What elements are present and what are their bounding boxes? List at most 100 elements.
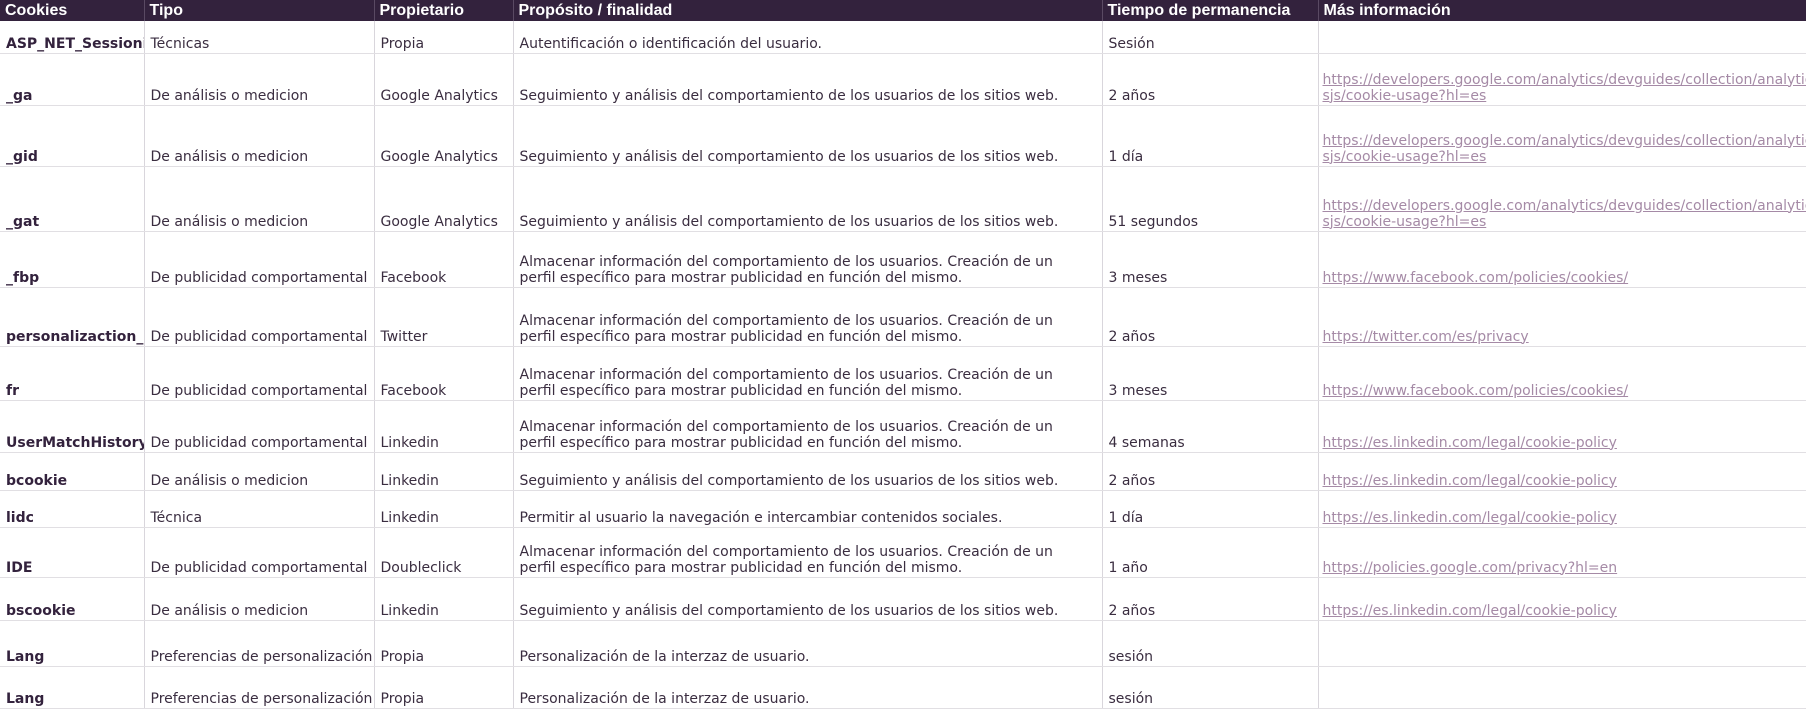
cookie-propietario: Doubleclick (374, 527, 514, 578)
header-proposito: Propósito / finalidad (513, 0, 1103, 21)
cookie-tiempo: 1 día (1102, 105, 1319, 167)
cookie-info: https://es.linkedin.com/legal/cookie-pol… (1318, 400, 1806, 453)
cookie-propietario: Linkedin (374, 400, 514, 453)
cookies-table: Cookies Tipo Propietario Propósito / fin… (0, 0, 1806, 709)
cookie-tiempo: 1 día (1102, 490, 1319, 528)
info-link[interactable]: https://policies.google.com/privacy?hl=e… (1323, 560, 1618, 576)
info-link[interactable]: https://developers.google.com/analytics/… (1323, 72, 1806, 104)
cookie-info: https://es.linkedin.com/legal/cookie-pol… (1318, 490, 1806, 528)
cookie-propietario: Propia (374, 666, 514, 709)
cookie-tipo: De publicidad comportamental (144, 527, 375, 578)
cookie-info (1318, 21, 1806, 54)
cookie-tiempo: 3 meses (1102, 346, 1319, 401)
header-tipo: Tipo (144, 0, 375, 21)
cookie-tipo: De análisis o medicion (144, 166, 375, 232)
info-link[interactable]: https://es.linkedin.com/legal/cookie-pol… (1323, 473, 1617, 489)
cookie-info (1318, 620, 1806, 667)
cookie-tipo: De análisis o medicion (144, 105, 375, 167)
cookie-name: Lang (0, 666, 145, 709)
cookie-propietario: Linkedin (374, 577, 514, 621)
cookie-tipo: De publicidad comportamental (144, 287, 375, 347)
cookie-tiempo: 2 años (1102, 577, 1319, 621)
info-link[interactable]: https://twitter.com/es/privacy (1323, 329, 1529, 345)
table-row: ASP_NET_Sessionid Técnicas Propia Autent… (0, 21, 1806, 54)
cookie-tiempo: 51 segundos (1102, 166, 1319, 232)
cookie-tipo: Técnica (144, 490, 375, 528)
cookie-propietario: Linkedin (374, 490, 514, 528)
table-row: fr De publicidad comportamental Facebook… (0, 346, 1806, 401)
cookie-propietario: Facebook (374, 231, 514, 288)
cookie-proposito: Almacenar información del comportamiento… (513, 527, 1103, 578)
header-mas-informacion: Más información (1318, 0, 1806, 21)
info-link[interactable]: https://developers.google.com/analytics/… (1323, 198, 1806, 230)
info-link[interactable]: https://es.linkedin.com/legal/cookie-pol… (1323, 603, 1617, 619)
cookie-name: ASP_NET_Sessionid (0, 21, 145, 54)
cookie-info: https://es.linkedin.com/legal/cookie-pol… (1318, 452, 1806, 491)
cookie-proposito: Seguimiento y análisis del comportamient… (513, 166, 1103, 232)
cookie-propietario: Facebook (374, 346, 514, 401)
cookie-propietario: Google Analytics (374, 105, 514, 167)
cookie-tipo: De análisis o medicion (144, 452, 375, 491)
cookie-proposito: Seguimiento y análisis del comportamient… (513, 452, 1103, 491)
cookie-info: https://developers.google.com/analytics/… (1318, 105, 1806, 167)
cookie-name: _gat (0, 166, 145, 232)
cookie-tipo: De publicidad comportamental (144, 400, 375, 453)
info-link[interactable]: https://www.facebook.com/policies/cookie… (1323, 270, 1629, 286)
cookie-name: Lang (0, 620, 145, 667)
table-row: _gid De análisis o medicion Google Analy… (0, 105, 1806, 167)
cookie-name: bscookie (0, 577, 145, 621)
cookie-propietario: Google Analytics (374, 53, 514, 106)
cookie-name: personalizaction_id (0, 287, 145, 347)
cookie-proposito: Seguimiento y análisis del comportamient… (513, 53, 1103, 106)
cookie-info: https://es.linkedin.com/legal/cookie-pol… (1318, 577, 1806, 621)
cookie-propietario: Linkedin (374, 452, 514, 491)
table-row: IDE De publicidad comportamental Doublec… (0, 527, 1806, 578)
cookie-tipo: De análisis o medicion (144, 53, 375, 106)
header-propietario: Propietario (374, 0, 514, 21)
cookie-tiempo: 1 año (1102, 527, 1319, 578)
table-row: bscookie De análisis o medicion Linkedin… (0, 577, 1806, 621)
info-link[interactable]: https://es.linkedin.com/legal/cookie-pol… (1323, 510, 1617, 526)
table-row: _gat De análisis o medicion Google Analy… (0, 166, 1806, 232)
cookie-info: https://developers.google.com/analytics/… (1318, 166, 1806, 232)
info-link[interactable]: https://www.facebook.com/policies/cookie… (1323, 383, 1629, 399)
cookie-tipo: De publicidad comportamental (144, 346, 375, 401)
cookie-propietario: Propia (374, 620, 514, 667)
cookie-name: UserMatchHistory (0, 400, 145, 453)
table-row: Lang Preferencias de personalización Pro… (0, 620, 1806, 667)
cookie-tipo: Preferencias de personalización (144, 666, 375, 709)
cookie-name: lidc (0, 490, 145, 528)
cookie-tipo: De análisis o medicion (144, 577, 375, 621)
table-body: ASP_NET_Sessionid Técnicas Propia Autent… (0, 21, 1806, 709)
cookie-tiempo: 4 semanas (1102, 400, 1319, 453)
header-row: Cookies Tipo Propietario Propósito / fin… (0, 0, 1806, 21)
cookie-tiempo: 2 años (1102, 53, 1319, 106)
cookie-proposito: Almacenar información del comportamiento… (513, 231, 1103, 288)
cookie-propietario: Twitter (374, 287, 514, 347)
cookie-propietario: Propia (374, 21, 514, 54)
info-link[interactable]: https://es.linkedin.com/legal/cookie-pol… (1323, 435, 1617, 451)
table-row: _ga De análisis o medicion Google Analyt… (0, 53, 1806, 106)
cookie-proposito: Seguimiento y análisis del comportamient… (513, 105, 1103, 167)
cookie-proposito: Almacenar información del comportamiento… (513, 287, 1103, 347)
cookie-info: https://policies.google.com/privacy?hl=e… (1318, 527, 1806, 578)
table-row: lidc Técnica Linkedin Permitir al usuari… (0, 490, 1806, 528)
cookie-info: https://www.facebook.com/policies/cookie… (1318, 346, 1806, 401)
cookie-name: fr (0, 346, 145, 401)
cookie-tiempo: 3 meses (1102, 231, 1319, 288)
cookie-name: bcookie (0, 452, 145, 491)
cookie-proposito: Autentificación o identificación del usu… (513, 21, 1103, 54)
cookie-info (1318, 666, 1806, 709)
cookie-info: https://twitter.com/es/privacy (1318, 287, 1806, 347)
table-row: UserMatchHistory De publicidad comportam… (0, 400, 1806, 453)
cookie-proposito: Personalización de la interzaz de usuari… (513, 666, 1103, 709)
cookie-name: IDE (0, 527, 145, 578)
table-row: Lang Preferencias de personalización Pro… (0, 666, 1806, 709)
cookie-info: https://developers.google.com/analytics/… (1318, 53, 1806, 106)
cookie-proposito: Almacenar información del comportamiento… (513, 346, 1103, 401)
cookie-proposito: Permitir al usuario la navegación e inte… (513, 490, 1103, 528)
info-link[interactable]: https://developers.google.com/analytics/… (1323, 133, 1806, 165)
cookie-tiempo: Sesión (1102, 21, 1319, 54)
cookie-proposito: Almacenar información del comportamiento… (513, 400, 1103, 453)
table-header: Cookies Tipo Propietario Propósito / fin… (0, 0, 1806, 21)
